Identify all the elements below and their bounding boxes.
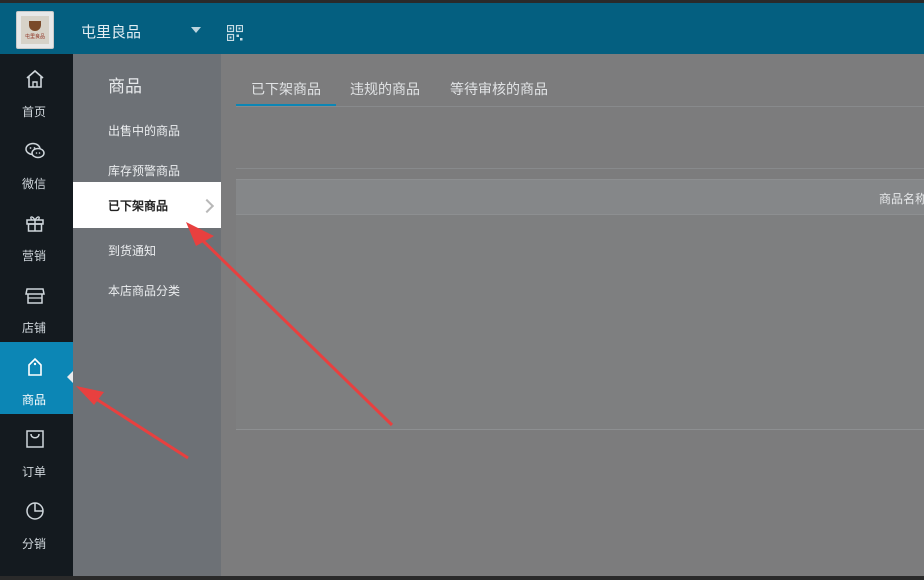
top-bar: 屯里良品 屯里良品 bbox=[0, 0, 924, 54]
nav-item-products[interactable]: 商品 bbox=[0, 342, 73, 414]
table-header: 商品名称 bbox=[236, 179, 924, 215]
home-icon bbox=[26, 69, 44, 88]
nav-item-home[interactable]: 首页 bbox=[0, 54, 73, 126]
chevron-down-icon[interactable] bbox=[191, 27, 201, 33]
submenu-title: 商品 bbox=[73, 54, 221, 106]
submenu-item-label: 已下架商品 bbox=[108, 199, 169, 213]
cup-icon bbox=[29, 21, 41, 31]
store-icon bbox=[25, 288, 45, 304]
submenu-item-label: 库存预警商品 bbox=[108, 164, 181, 178]
nav-label: 营销 bbox=[21, 249, 46, 263]
nav-label: 订单 bbox=[21, 465, 46, 479]
main-sidebar: 首页 微信 营销 店铺 商品 订单 分销 bbox=[0, 54, 73, 578]
nav-label: 微信 bbox=[21, 177, 46, 191]
tab-label: 已下架商品 bbox=[251, 82, 321, 98]
main-content: 已下架商品 违规的商品 等待审核的商品 商品名称 bbox=[221, 54, 924, 578]
window-bottom-border bbox=[0, 576, 924, 580]
submenu-item-label: 出售中的商品 bbox=[108, 124, 181, 138]
submenu-item-categories[interactable]: 本店商品分类 bbox=[73, 269, 221, 309]
logo-text: 屯里良品 bbox=[24, 34, 45, 40]
nav-label: 店铺 bbox=[21, 321, 46, 335]
store-name[interactable]: 屯里良品 bbox=[81, 21, 141, 42]
submenu-item-label: 到货通知 bbox=[108, 244, 157, 258]
qrcode-icon[interactable] bbox=[227, 25, 243, 41]
table-body bbox=[236, 215, 924, 430]
app-window: 屯里良品 屯里良品 首页 微信 营销 店铺 商品 订单 分销 商品 出售中的商品… bbox=[0, 0, 924, 580]
submenu-item-on-sale[interactable]: 出售中的商品 bbox=[73, 109, 221, 149]
nav-label: 首页 bbox=[21, 105, 46, 119]
gift-icon bbox=[26, 216, 44, 232]
tab-label: 违规的商品 bbox=[350, 82, 420, 98]
submenu-title-text: 商品 bbox=[108, 77, 142, 97]
nav-item-store[interactable]: 店铺 bbox=[0, 270, 73, 342]
tab-pending-review[interactable]: 等待审核的商品 bbox=[450, 73, 560, 107]
wechat-icon bbox=[25, 142, 45, 159]
submenu-item-arrival-notice[interactable]: 到货通知 bbox=[73, 229, 221, 269]
tab-delisted[interactable]: 已下架商品 bbox=[236, 73, 336, 107]
tab-violations[interactable]: 违规的商品 bbox=[350, 73, 430, 107]
nav-label: 商品 bbox=[21, 393, 46, 407]
tab-label: 等待审核的商品 bbox=[450, 82, 548, 98]
bag-icon bbox=[26, 430, 44, 448]
store-logo[interactable]: 屯里良品 bbox=[16, 11, 54, 49]
product-submenu: 商品 出售中的商品 库存预警商品 已下架商品 到货通知 本店商品分类 bbox=[73, 54, 230, 578]
nav-item-orders[interactable]: 订单 bbox=[0, 414, 73, 486]
tabs-divider bbox=[236, 106, 924, 107]
logo-image: 屯里良品 bbox=[21, 16, 49, 44]
pie-chart-icon bbox=[26, 502, 44, 520]
nav-item-distribution[interactable]: 分销 bbox=[0, 486, 73, 558]
nav-item-wechat[interactable]: 微信 bbox=[0, 126, 73, 198]
submenu-item-delisted[interactable]: 已下架商品 bbox=[73, 182, 230, 228]
filter-divider bbox=[236, 168, 924, 169]
submenu-item-label: 本店商品分类 bbox=[108, 284, 181, 298]
tag-icon bbox=[28, 357, 42, 376]
column-header-product-name[interactable]: 商品名称 bbox=[879, 190, 924, 207]
nav-item-marketing[interactable]: 营销 bbox=[0, 198, 73, 270]
chevron-right-icon bbox=[199, 198, 215, 214]
nav-label: 分销 bbox=[21, 537, 46, 551]
